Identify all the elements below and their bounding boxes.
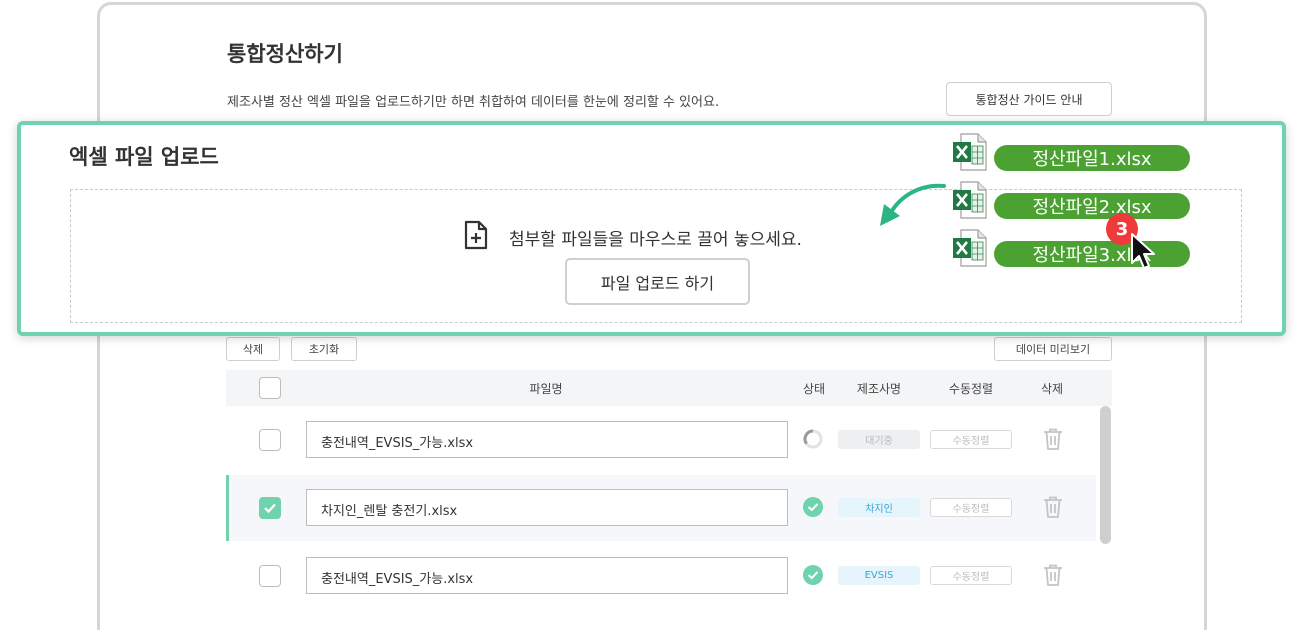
page-title: 통합정산하기 bbox=[227, 42, 343, 66]
table-scrollbar[interactable] bbox=[1100, 406, 1111, 544]
header-filename: 파일명 bbox=[529, 382, 563, 396]
reset-button[interactable]: 초기화 bbox=[291, 337, 357, 361]
manual-sort-button[interactable]: 수동정렬 bbox=[930, 498, 1012, 517]
header-maker: 제조사명 bbox=[856, 382, 902, 396]
table-row: 충전내역_EVSIS_가능.xlsx 대기중 수동정렬 bbox=[226, 407, 1096, 473]
guide-button[interactable]: 통합정산 가이드 안내 bbox=[946, 82, 1112, 116]
header-status: 상태 bbox=[802, 382, 826, 396]
trash-icon[interactable] bbox=[1042, 563, 1064, 587]
row-checkbox-checked[interactable] bbox=[259, 497, 281, 519]
excel-file-icon bbox=[953, 181, 987, 219]
drag-arrow-icon bbox=[880, 183, 946, 226]
row-checkbox[interactable] bbox=[259, 429, 281, 451]
mouse-cursor-icon bbox=[1131, 233, 1155, 269]
checkmark-icon bbox=[264, 503, 276, 514]
page-description: 제조사별 정산 엑셀 파일을 업로드하기만 하면 취합하여 데이터를 한눈에 정… bbox=[227, 95, 720, 110]
dragged-file-chip: 정산파일2.xlsx bbox=[994, 193, 1190, 219]
excel-file-icon bbox=[953, 229, 987, 267]
check-circle-icon bbox=[803, 497, 823, 517]
trash-icon[interactable] bbox=[1042, 427, 1064, 451]
table-row: 차지인_렌탈 충전기.xlsx 차지인 수동정렬 bbox=[226, 475, 1096, 541]
trash-icon[interactable] bbox=[1042, 495, 1064, 519]
select-all-checkbox[interactable] bbox=[259, 377, 281, 399]
table-row: 충전내역_EVSIS_가능.xlsx EVSIS 수동정렬 bbox=[226, 543, 1096, 609]
loading-spinner-icon bbox=[803, 429, 823, 449]
row-checkbox[interactable] bbox=[259, 565, 281, 587]
filename-field[interactable]: 충전내역_EVSIS_가능.xlsx bbox=[306, 557, 788, 594]
file-add-icon bbox=[464, 220, 488, 250]
dragged-file-chip: 정산파일1.xlsx bbox=[994, 145, 1190, 171]
maker-badge: EVSIS bbox=[838, 566, 920, 585]
screenshot-stage: 통합정산하기 제조사별 정산 엑셀 파일을 업로드하기만 하면 취합하여 데이터… bbox=[0, 0, 1304, 630]
manual-sort-button[interactable]: 수동정렬 bbox=[930, 430, 1012, 449]
header-delete: 삭제 bbox=[1040, 382, 1064, 396]
delete-button[interactable]: 삭제 bbox=[226, 337, 280, 361]
filename-field[interactable]: 차지인_렌탈 충전기.xlsx bbox=[306, 489, 788, 526]
drop-hint-text: 첨부할 파일들을 마우스로 끌어 놓으세요. bbox=[509, 230, 802, 250]
data-preview-button[interactable]: 데이터 미리보기 bbox=[994, 337, 1112, 361]
filename-field[interactable]: 충전내역_EVSIS_가능.xlsx bbox=[306, 421, 788, 458]
file-upload-button[interactable]: 파일 업로드 하기 bbox=[565, 258, 750, 305]
maker-badge: 대기중 bbox=[838, 430, 920, 449]
manual-sort-button[interactable]: 수동정렬 bbox=[930, 566, 1012, 585]
maker-badge: 차지인 bbox=[838, 498, 920, 517]
table-header: 파일명 상태 제조사명 수동정렬 삭제 bbox=[226, 370, 1112, 406]
header-manual-sort: 수동정렬 bbox=[948, 382, 994, 396]
excel-file-icon bbox=[953, 133, 987, 171]
check-circle-icon bbox=[803, 565, 823, 585]
dragged-file-chip: 정산파일3.xlsx bbox=[994, 241, 1190, 267]
upload-title: 엑셀 파일 업로드 bbox=[69, 145, 219, 169]
